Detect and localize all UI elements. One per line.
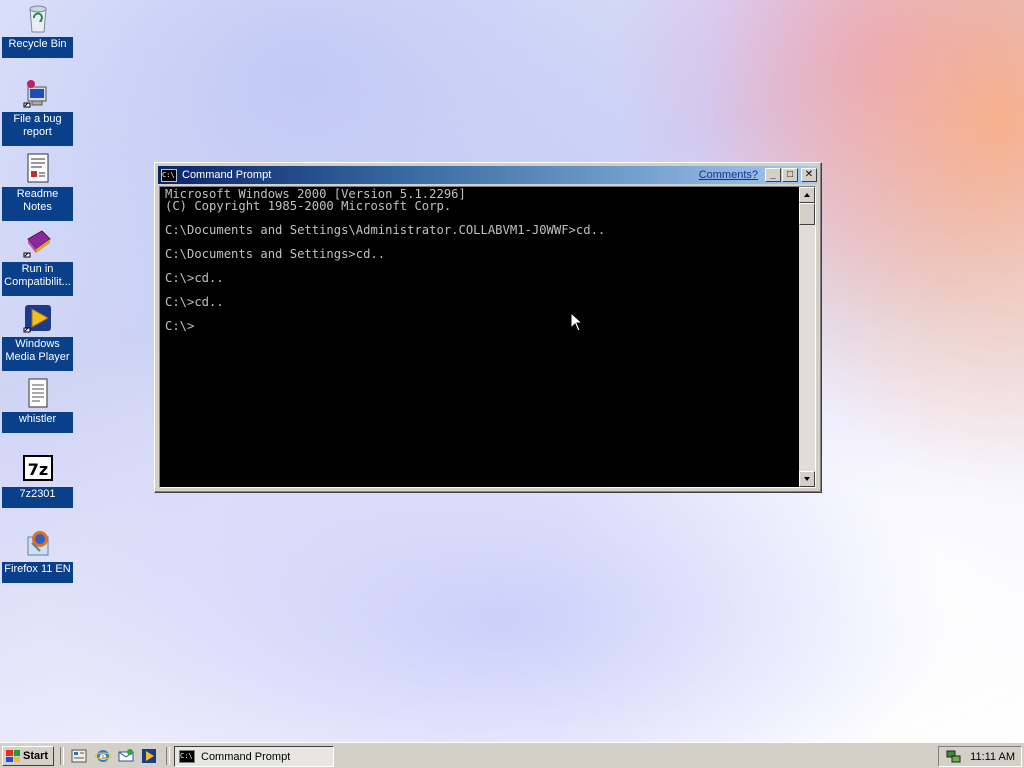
console-line: C:\Documents and Settings\Administrator.…: [165, 223, 606, 237]
desktop-icon-firefox-11-en[interactable]: Firefox 11 EN: [2, 527, 73, 583]
outlook-express-icon[interactable]: [118, 748, 134, 764]
taskbar-separator: [166, 747, 170, 765]
compatibility-icon: [22, 227, 54, 259]
desktop-icon-whistler[interactable]: whistler: [2, 377, 73, 433]
desktop-icon-label: Recycle Bin: [2, 37, 73, 58]
console-line: C:\>cd..: [165, 271, 224, 285]
desktop-icon-windows-media-player[interactable]: Windows Media Player: [2, 302, 73, 371]
minimize-icon: _: [770, 169, 776, 180]
desktop-icon-run-in-compatibility[interactable]: Run in Compatibilit...: [2, 227, 73, 296]
command-prompt-icon: C:\: [179, 750, 195, 763]
arrow-down-icon: [804, 477, 810, 481]
desktop-icon-label: whistler: [2, 412, 73, 433]
desktop-icon-label: 7z2301: [2, 487, 73, 508]
desktop-icon-label: Windows Media Player: [2, 337, 73, 371]
command-prompt-icon: C:\: [161, 168, 177, 182]
media-player-icon[interactable]: [141, 748, 157, 764]
desktop-icon-file-bug-report[interactable]: File a bug report: [2, 77, 73, 146]
vertical-scrollbar[interactable]: [799, 187, 815, 487]
scroll-down-button[interactable]: [799, 471, 815, 487]
window-title: Command Prompt: [182, 169, 272, 181]
mouse-cursor-icon: [570, 311, 584, 337]
arrow-up-icon: [804, 193, 810, 197]
maximize-button[interactable]: □: [782, 168, 798, 182]
desktop-icon-label: Readme Notes: [2, 187, 73, 221]
start-label: Start: [23, 750, 49, 762]
close-button[interactable]: ✕: [801, 168, 817, 182]
maximize-icon: □: [786, 169, 794, 180]
task-label: Command Prompt: [201, 750, 291, 763]
system-tray: 11:11 AM: [938, 746, 1022, 767]
scroll-up-button[interactable]: [799, 187, 815, 203]
comments-link[interactable]: Comments?: [699, 169, 758, 181]
svg-text:7z: 7z: [27, 460, 47, 479]
desktop-icon-recycle-bin[interactable]: Recycle Bin: [2, 2, 73, 58]
command-prompt-window[interactable]: C:\ Command Prompt Comments? _ □ ✕ Micro…: [154, 162, 822, 493]
taskbar-button-command-prompt[interactable]: C:\ Command Prompt: [174, 746, 334, 767]
console-line: C:\>: [165, 319, 195, 333]
window-titlebar[interactable]: C:\ Command Prompt Comments? _ □ ✕: [158, 166, 818, 184]
7zip-icon: 7z: [22, 452, 54, 484]
svg-text:e: e: [99, 750, 106, 763]
desktop-icon-label: Firefox 11 EN: [2, 562, 73, 583]
show-desktop-icon[interactable]: [71, 748, 87, 764]
desktop-icon-readme-notes[interactable]: Readme Notes: [2, 152, 73, 221]
scroll-thumb[interactable]: [799, 203, 815, 225]
media-player-icon: [22, 302, 54, 334]
bug-report-icon: [22, 77, 54, 109]
console-line: (C) Copyright 1985-2000 Microsoft Corp.: [165, 199, 452, 213]
desktop-icon-label: Run in Compatibilit...: [2, 262, 73, 296]
recycle-bin-icon: [22, 2, 54, 34]
internet-explorer-icon[interactable]: e: [94, 748, 112, 764]
console-line: C:\>cd..: [165, 295, 224, 309]
close-icon: ✕: [804, 169, 814, 180]
console-line: C:\Documents and Settings>cd..: [165, 247, 386, 261]
console-frame: Microsoft Windows 2000 [Version 5.1.2296…: [159, 186, 816, 488]
desktop-icon-label: File a bug report: [2, 112, 73, 146]
windows-logo-icon: [6, 750, 20, 762]
console-output[interactable]: Microsoft Windows 2000 [Version 5.1.2296…: [161, 187, 801, 487]
firefox-installer-icon: [22, 527, 54, 559]
start-button[interactable]: Start: [2, 746, 54, 766]
readme-notes-icon: [22, 152, 54, 184]
text-document-icon: [22, 377, 54, 409]
network-icon[interactable]: [946, 750, 962, 764]
taskbar: Start e C:\ Command Prompt 11:11 AM: [0, 742, 1024, 768]
clock[interactable]: 11:11 AM: [970, 751, 1015, 763]
desktop-icon-7z2301[interactable]: 7z 7z2301: [2, 452, 73, 508]
taskbar-separator: [60, 747, 64, 765]
minimize-button[interactable]: _: [765, 168, 781, 182]
